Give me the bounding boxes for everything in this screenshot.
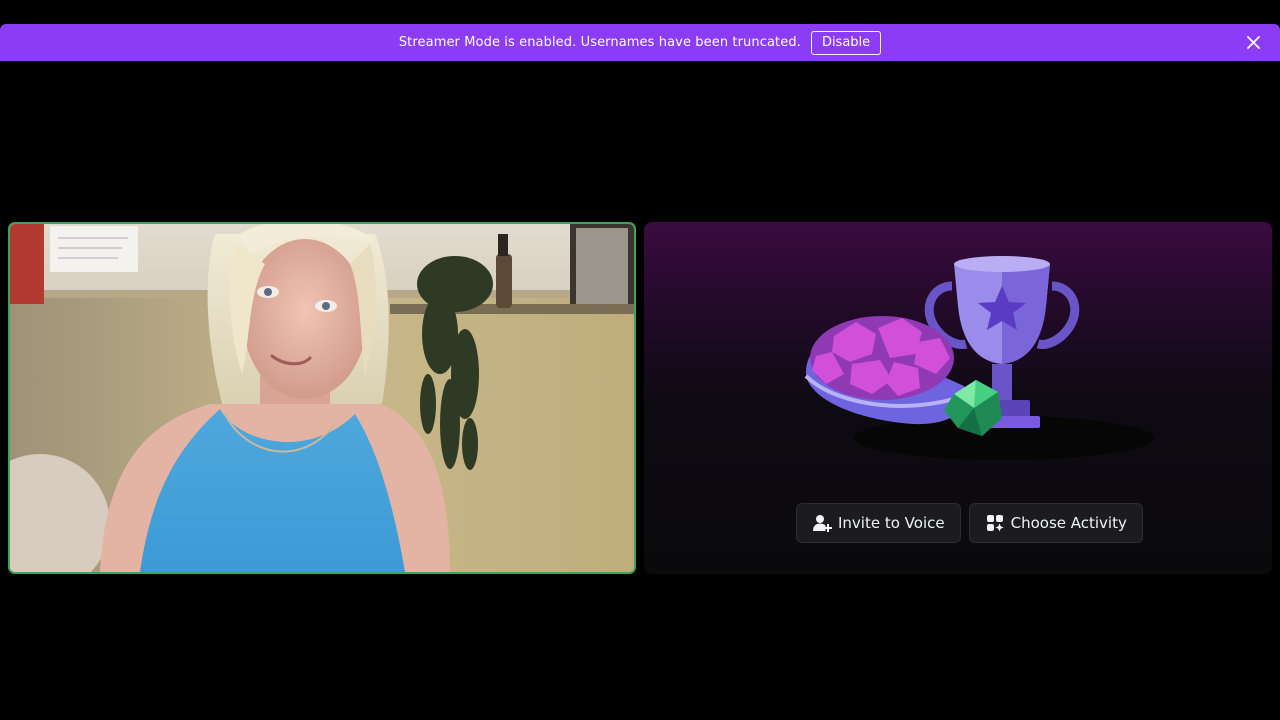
close-icon[interactable] xyxy=(1245,34,1262,51)
activity-actions: Invite to Voice Choose Activity xyxy=(796,503,1143,543)
choose-activity-button[interactable]: Choose Activity xyxy=(968,503,1143,543)
participant-video-tile[interactable] xyxy=(8,222,636,574)
add-user-icon xyxy=(812,513,832,533)
invite-to-voice-label: Invite to Voice xyxy=(838,514,945,532)
banner-message: Streamer Mode is enabled. Usernames have… xyxy=(398,35,801,50)
voice-call-view: Streamer Mode is enabled. Usernames have… xyxy=(0,0,1280,720)
invite-to-voice-button[interactable]: Invite to Voice xyxy=(796,503,961,543)
streamer-mode-banner: Streamer Mode is enabled. Usernames have… xyxy=(0,24,1280,61)
choose-activity-label: Choose Activity xyxy=(1010,514,1127,532)
activity-invite-panel: Invite to Voice Choose Activity xyxy=(644,222,1272,574)
activity-illustration xyxy=(804,256,1154,460)
disable-streamer-mode-button[interactable]: Disable xyxy=(810,30,882,55)
activity-icon xyxy=(985,513,1005,533)
participant-camera-feed xyxy=(10,224,634,572)
